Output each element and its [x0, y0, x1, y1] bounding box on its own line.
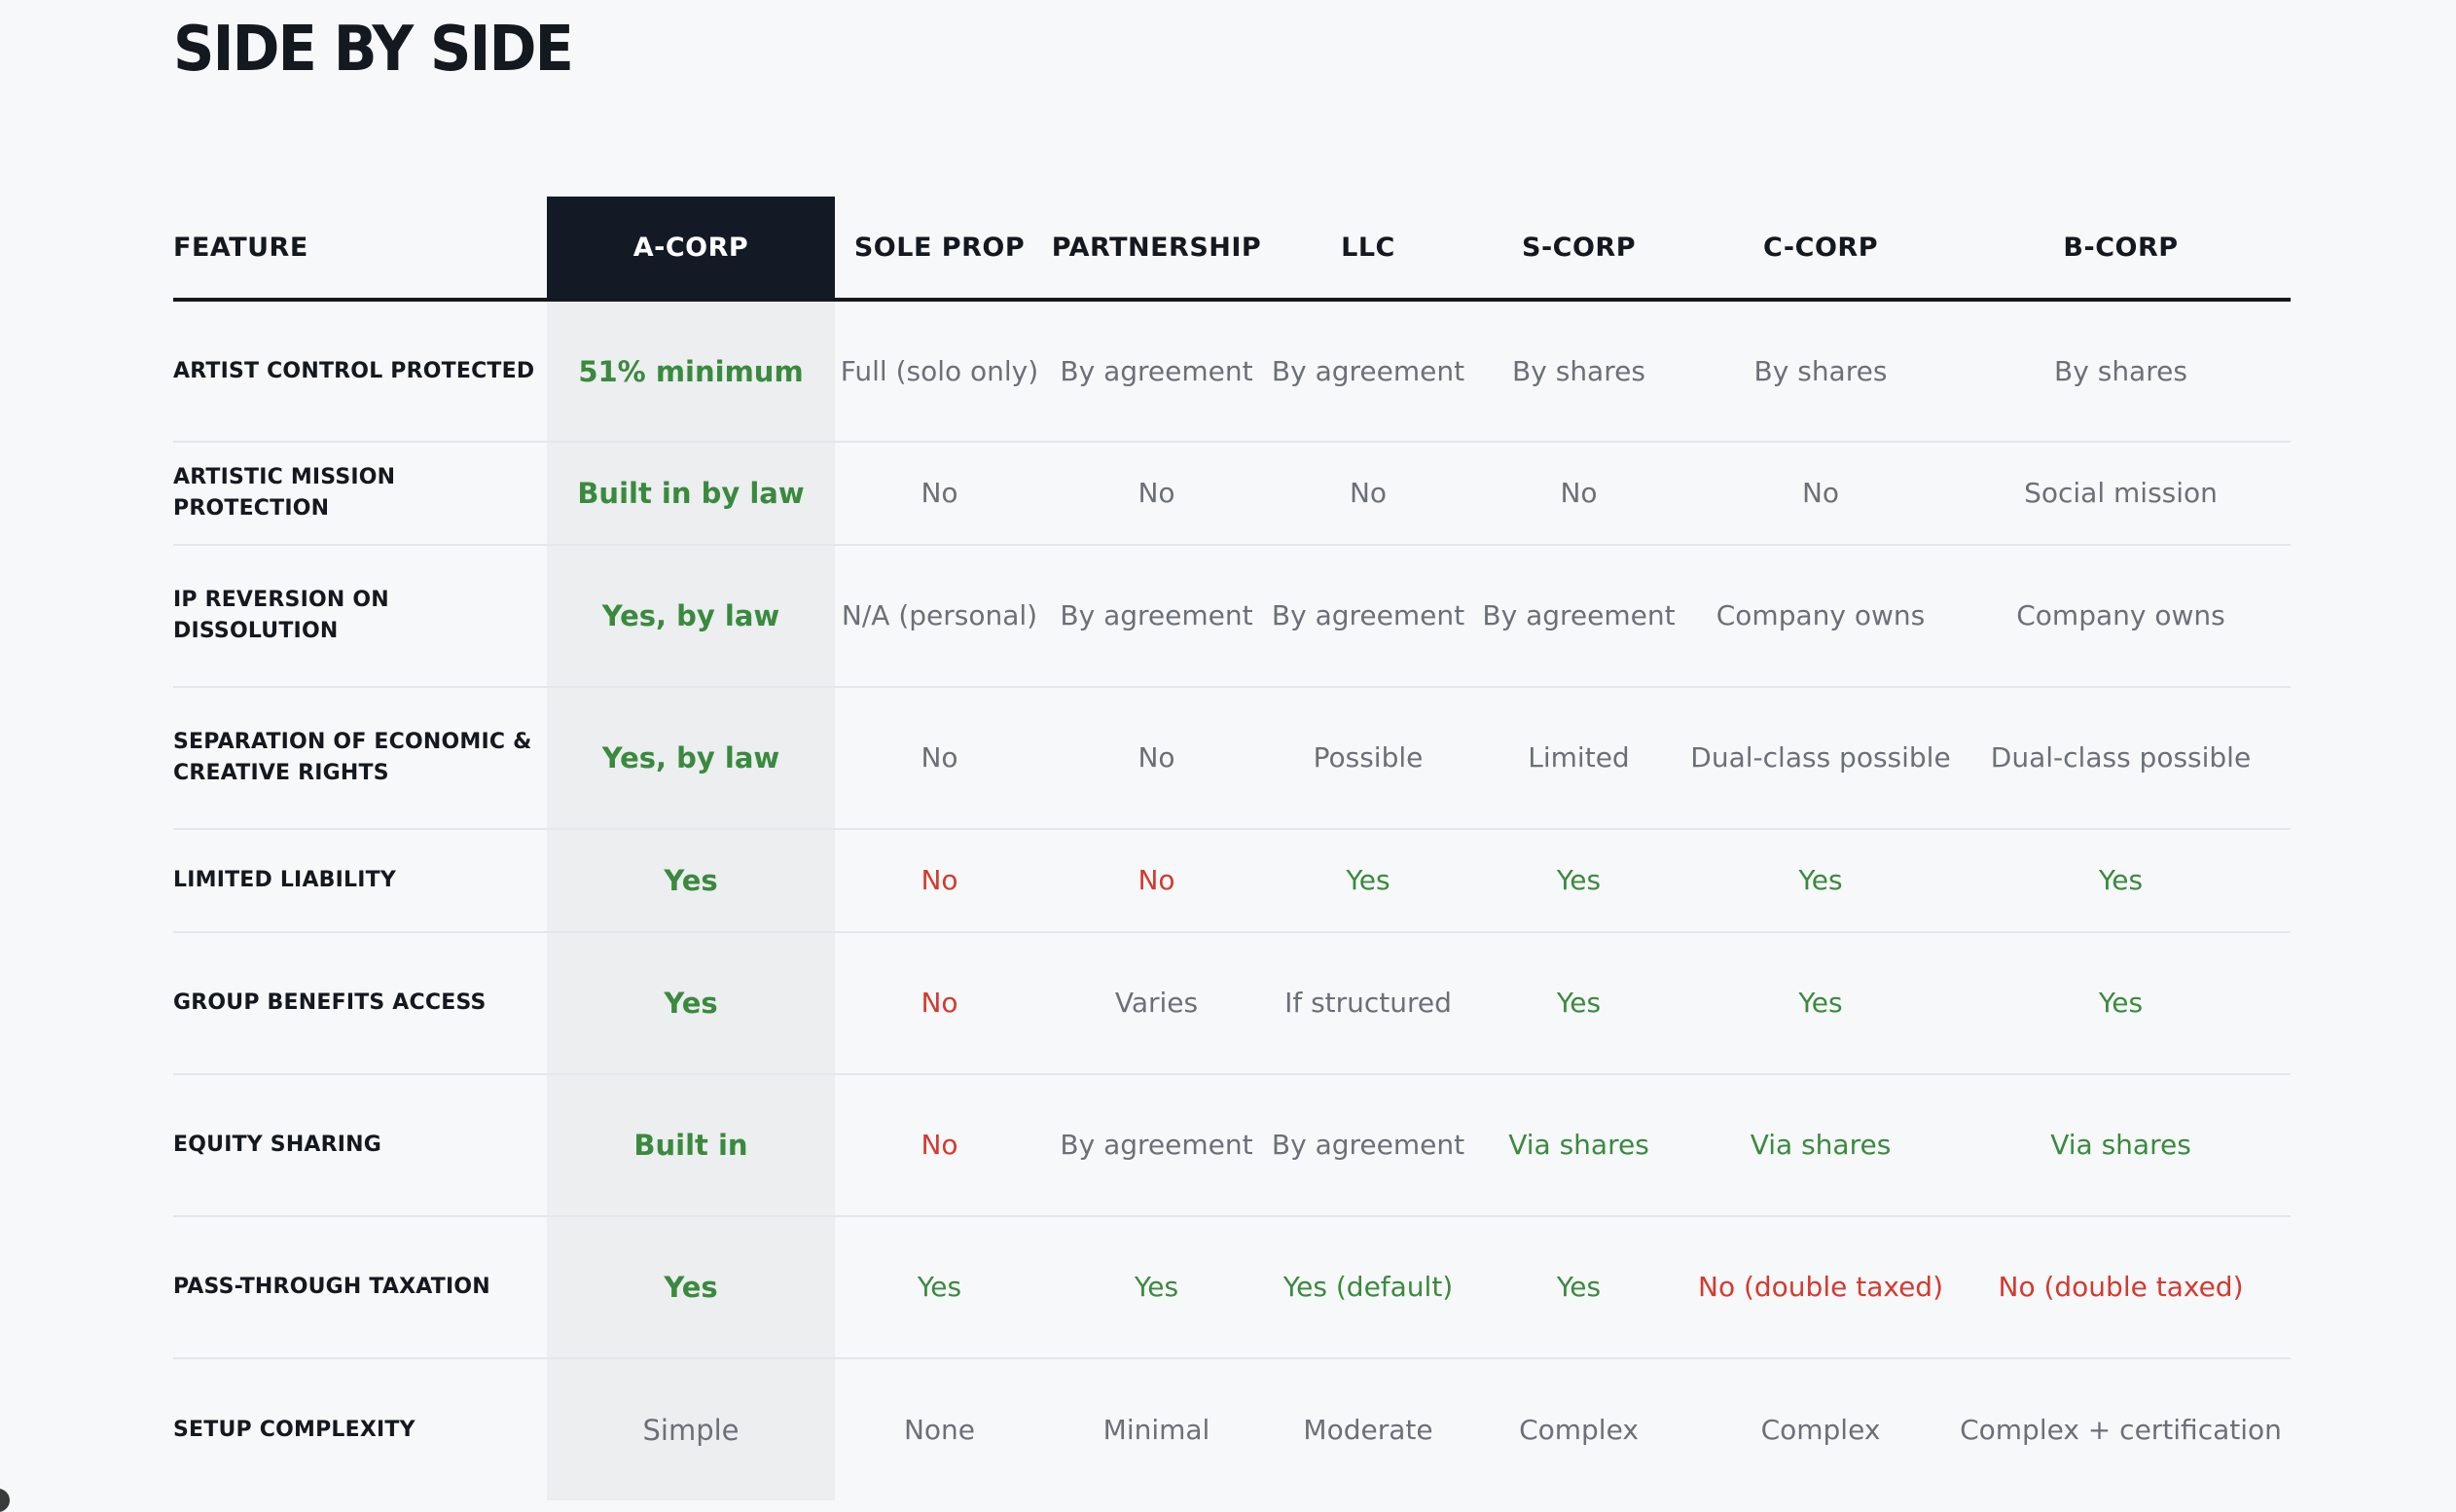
cell-s-corp: Limited	[1467, 687, 1690, 830]
cell-llc: No	[1269, 442, 1467, 546]
cell-a-corp: Simple	[547, 1358, 835, 1500]
table-row: SEPARATION OF ECONOMIC & CREATIVE RIGHTS…	[173, 687, 2291, 830]
cell-sole-prop: No	[835, 932, 1044, 1075]
column-header-llc: LLC	[1269, 197, 1467, 302]
column-header-b-corp: B-CORP	[1951, 197, 2291, 302]
cell-c-corp: No	[1690, 442, 1951, 546]
cell-c-corp: Complex	[1760, 1413, 1881, 1446]
feature-label: IP REVERSION ON DISSOLUTION	[173, 545, 547, 688]
cell-c-corp: Yes	[1690, 932, 1951, 1075]
cell-partnership: No	[1044, 829, 1269, 933]
feature-label: EQUITY SHARING	[173, 1074, 547, 1217]
table-row: EQUITY SHARING Built in No By agreement By a…	[173, 1074, 2291, 1217]
cell-sole-prop: Yes	[835, 1216, 1044, 1359]
cell-partnership: Yes	[1044, 1216, 1269, 1359]
cell-partnership: Varies	[1044, 932, 1269, 1075]
cell-llc: By agreement	[1269, 545, 1467, 688]
feature-label: GROUP BENEFITS ACCESS	[173, 932, 547, 1075]
cell-sole-prop: No	[835, 442, 1044, 546]
cell-a-corp: Built in	[547, 1074, 835, 1217]
cell-b-corp: No (double taxed)	[1951, 1216, 2291, 1359]
cell-b-corp: By shares	[1951, 300, 2291, 443]
feature-label: SETUP COMPLEXITY	[173, 1417, 415, 1442]
column-header-s-corp: S-CORP	[1467, 197, 1690, 302]
cell-a-corp: Yes	[547, 932, 835, 1075]
table-body: ARTIST CONTROL PROTECTED 51% minimum Full …	[173, 300, 2291, 1500]
cell-sole-prop: No	[835, 1074, 1044, 1217]
cell-c-corp: Dual-class possible	[1690, 687, 1951, 830]
cell-b-corp: Via shares	[1951, 1074, 2291, 1217]
table-row: PASS-THROUGH TAXATION Yes Yes Yes Yes (defau…	[173, 1216, 2291, 1359]
cell-b-corp: Yes	[1951, 829, 2291, 933]
table-row: SETUP COMPLEXITY Simple None Minimal Moderat…	[173, 1358, 2291, 1500]
cell-llc: Moderate	[1303, 1413, 1433, 1446]
cell-c-corp: Yes	[1690, 829, 1951, 933]
cell-s-corp: By shares	[1467, 300, 1690, 443]
cell-b-corp: Yes	[1951, 932, 2291, 1075]
cell-a-corp: Yes, by law	[547, 687, 835, 830]
cell-llc: By agreement	[1269, 300, 1467, 443]
cell-llc: Possible	[1269, 687, 1467, 830]
table-row: LIMITED LIABILITY Yes No No Yes Yes Yes Yes	[173, 829, 2291, 933]
table-header-row: FEATURE A-CORP SOLE PROP PARTNERSHIP LLC…	[173, 197, 2291, 302]
cell-s-corp: Yes	[1467, 829, 1690, 933]
column-header-feature: FEATURE	[173, 197, 547, 302]
cell-sole-prop: N/A (personal)	[835, 545, 1044, 688]
cell-s-corp: By agreement	[1467, 545, 1690, 688]
comparison-table: FEATURE A-CORP SOLE PROP PARTNERSHIP LLC…	[173, 197, 2291, 1500]
cell-partnership: By agreement	[1044, 300, 1269, 443]
feature-label: ARTIST CONTROL PROTECTED	[173, 300, 547, 443]
page-title: SIDE BY SIDE	[173, 14, 574, 86]
column-header-sole-prop: SOLE PROP	[835, 197, 1044, 302]
cell-s-corp: Yes	[1467, 932, 1690, 1075]
table-row: IP REVERSION ON DISSOLUTION Yes, by law N/…	[173, 545, 2291, 688]
column-header-c-corp: C-CORP	[1690, 197, 1951, 302]
cell-sole-prop: None	[903, 1413, 976, 1446]
cell-llc: Yes	[1269, 829, 1467, 933]
table-row: ARTIST CONTROL PROTECTED 51% minimum Full …	[173, 300, 2291, 443]
cell-llc: By agreement	[1269, 1074, 1467, 1217]
cell-c-corp: By shares	[1690, 300, 1951, 443]
cell-c-corp: No (double taxed)	[1690, 1216, 1951, 1359]
feature-label: ARTISTIC MISSION PROTECTION	[173, 442, 547, 546]
cell-a-corp: 51% minimum	[547, 300, 835, 443]
cell-partnership: No	[1044, 442, 1269, 546]
cell-partnership: No	[1044, 687, 1269, 830]
column-header-partnership: PARTNERSHIP	[1044, 197, 1269, 302]
cell-s-corp: No	[1467, 442, 1690, 546]
cell-b-corp: Social mission	[1951, 442, 2291, 546]
cell-partnership: By agreement	[1044, 545, 1269, 688]
feature-label: LIMITED LIABILITY	[173, 829, 547, 933]
feature-label: SEPARATION OF ECONOMIC & CREATIVE RIGHTS	[173, 687, 547, 830]
column-header-a-corp: A-CORP	[547, 197, 835, 302]
cell-a-corp: Yes	[547, 829, 835, 933]
cell-sole-prop: Full (solo only)	[835, 300, 1044, 443]
cell-b-corp: Dual-class possible	[1951, 687, 2291, 830]
feature-label: PASS-THROUGH TAXATION	[173, 1216, 547, 1359]
cell-s-corp: Via shares	[1467, 1074, 1690, 1217]
cell-sole-prop: No	[835, 687, 1044, 830]
cell-partnership: Minimal	[1102, 1413, 1210, 1446]
cell-b-corp: Company owns	[1951, 545, 2291, 688]
cell-c-corp: Via shares	[1690, 1074, 1951, 1217]
cell-a-corp: Yes, by law	[547, 545, 835, 688]
table-row: GROUP BENEFITS ACCESS Yes No Varies If struc…	[173, 932, 2291, 1075]
cell-s-corp: Complex	[1519, 1413, 1639, 1446]
cell-sole-prop: No	[835, 829, 1044, 933]
cell-c-corp: Company owns	[1690, 545, 1951, 688]
page-corner	[0, 1489, 10, 1512]
cell-a-corp: Built in by law	[547, 442, 835, 546]
cell-s-corp: Yes	[1467, 1216, 1690, 1359]
table-row: ARTISTIC MISSION PROTECTION Built in by l…	[173, 442, 2291, 546]
cell-llc: Yes (default)	[1269, 1216, 1467, 1359]
cell-partnership: By agreement	[1044, 1074, 1269, 1217]
cell-llc: If structured	[1269, 932, 1467, 1075]
cell-b-corp: Complex + certification	[1960, 1413, 2282, 1446]
cell-a-corp: Yes	[547, 1216, 835, 1359]
